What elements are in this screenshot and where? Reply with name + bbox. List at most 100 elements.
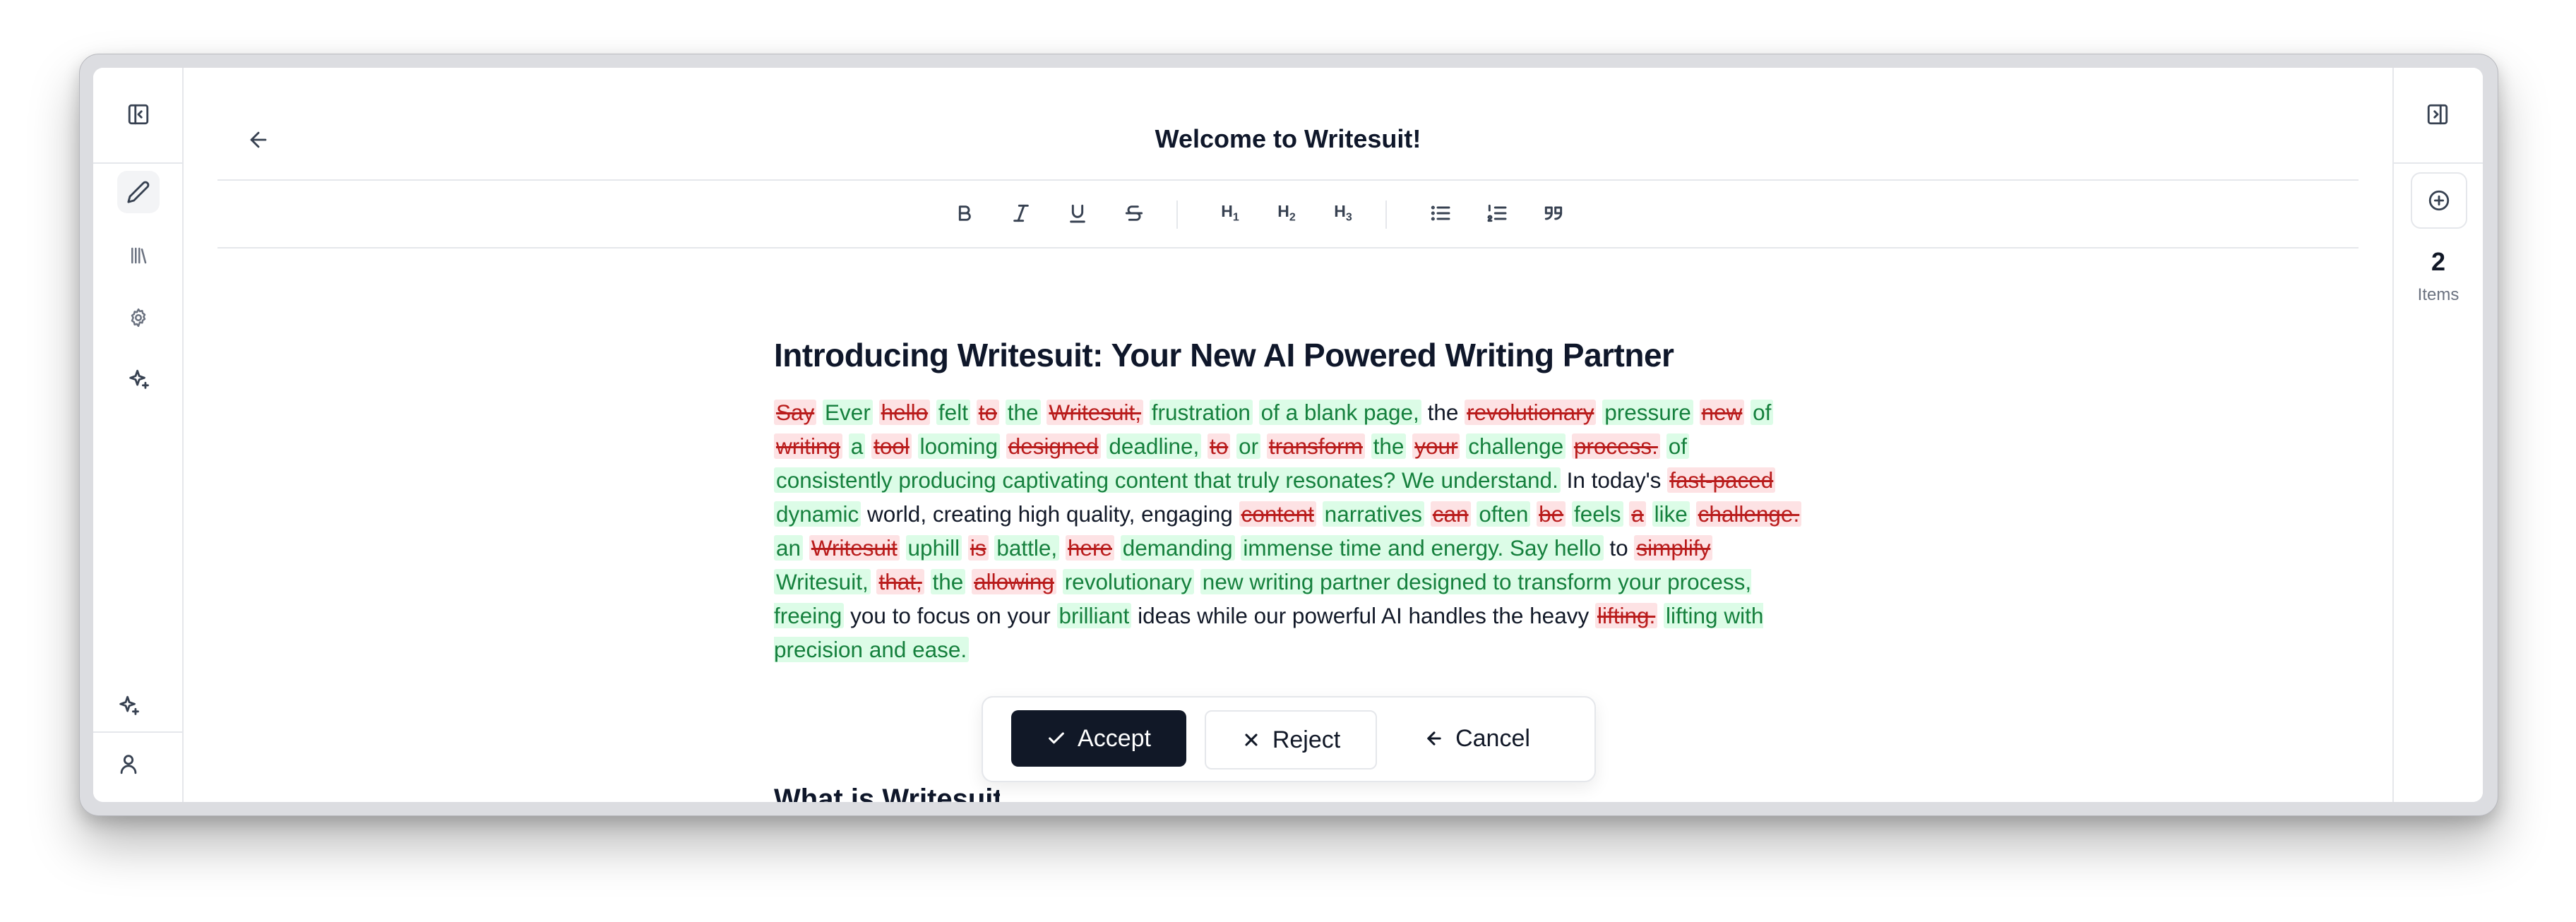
inserted-text: like [1652, 501, 1690, 527]
panel-right-icon [2427, 104, 2448, 125]
accept-button[interactable]: Accept [1011, 710, 1186, 767]
unchanged-text [865, 433, 871, 459]
unchanged-text [1365, 433, 1371, 459]
unchanged-text [873, 400, 879, 425]
unchanged-text: In today's [1560, 467, 1668, 493]
accept-label: Accept [1078, 724, 1151, 752]
inserted-text: an [774, 535, 804, 561]
panel-left-icon [128, 104, 149, 125]
strikethrough-button[interactable] [1119, 198, 1150, 229]
unchanged-text [1596, 400, 1602, 425]
library-icon [131, 247, 147, 264]
inserted-text: frustration [1149, 400, 1253, 425]
account-button[interactable] [112, 747, 145, 781]
unchanged-text [924, 569, 931, 594]
underline-icon [1070, 204, 1085, 223]
inserted-text: revolutionary [1062, 569, 1195, 594]
deleted-text: be [1537, 501, 1566, 527]
unchanged-text [1114, 535, 1121, 561]
user-icon [120, 755, 137, 774]
deleted-text: is [967, 535, 989, 561]
inserted-text: pressure [1602, 400, 1693, 425]
quote-button[interactable] [1538, 198, 1569, 229]
unchanged-text [1623, 501, 1630, 527]
unchanged-text [1316, 501, 1323, 527]
nav-ai-button[interactable] [121, 363, 155, 397]
sparkles-icon [129, 369, 149, 389]
unchanged-text [965, 569, 972, 594]
unchanged-text [1471, 501, 1477, 527]
unchanged-text [1460, 433, 1466, 459]
close-icon [1245, 734, 1258, 746]
inserted-text: often [1477, 501, 1531, 527]
inserted-text: immense time and energy. Say hello [1241, 535, 1604, 561]
bold-button[interactable] [949, 198, 980, 229]
deleted-text: to [976, 400, 999, 425]
unchanged-text [1041, 400, 1047, 425]
editor-area: Welcome to Writesuit! H1 H2 H3 Introduci… [182, 68, 2394, 802]
unchanged-text [1424, 501, 1431, 527]
italic-button[interactable] [1006, 198, 1037, 229]
gear-icon [131, 308, 146, 328]
unchanged-text [803, 535, 809, 561]
deleted-text: content [1239, 501, 1316, 527]
document-content[interactable]: Introducing Writesuit: Your New AI Power… [774, 336, 1805, 802]
bullet-list-icon [1431, 205, 1450, 221]
deleted-text: hello [878, 400, 931, 425]
add-item-button[interactable] [2411, 172, 2467, 229]
deleted-text: process. [1571, 433, 1660, 459]
deleted-text: here [1065, 535, 1114, 561]
underline-button[interactable] [1062, 198, 1093, 229]
numbered-list-button[interactable] [1481, 198, 1513, 229]
deleted-text: tool [871, 433, 912, 459]
unchanged-text: ideas while our powerful AI handles the … [1131, 603, 1595, 628]
bullet-list-button[interactable] [1425, 198, 1456, 229]
cancel-button[interactable]: Cancel [1393, 710, 1562, 767]
inserted-text: demanding [1120, 535, 1235, 561]
nav-library-button[interactable] [121, 239, 155, 273]
inserted-text: the [930, 569, 966, 594]
unchanged-text [900, 535, 906, 561]
heading-2-icon: H2 [1277, 202, 1296, 224]
formatting-toolbar: H1 H2 H3 [217, 179, 2359, 249]
deleted-text: fast-paced [1667, 467, 1776, 493]
bold-icon [958, 205, 971, 221]
unchanged-text [1253, 400, 1259, 425]
editor-header: Welcome to Writesuit! [217, 68, 2359, 181]
toggle-right-sidebar-button[interactable] [2421, 97, 2455, 131]
inserted-text: of [1751, 400, 1774, 425]
deleted-text: revolutionary [1465, 400, 1597, 425]
nav-settings-button[interactable] [121, 301, 155, 335]
inserted-text: felt [936, 400, 970, 425]
ai-assistant-button[interactable] [112, 689, 145, 723]
unchanged-text [930, 400, 936, 425]
document-paragraph: Say Ever hello felt to the Writesuit, fr… [774, 395, 1805, 666]
unchanged-text [1056, 569, 1063, 594]
heading-2-button[interactable]: H2 [1271, 198, 1302, 229]
deleted-text: Say [774, 400, 817, 425]
deleted-text: writing [774, 433, 843, 459]
inserted-text: battle, [994, 535, 1060, 561]
heading-1-button[interactable]: H1 [1215, 198, 1246, 229]
unchanged-text [1201, 433, 1208, 459]
cancel-label: Cancel [1455, 724, 1530, 752]
deleted-text: a [1629, 501, 1646, 527]
deleted-text: challenge. [1695, 501, 1802, 527]
suggestion-review-bar: Accept Reject Cancel [982, 696, 1596, 782]
inserted-text: consistently producing captivating conte… [774, 467, 1561, 493]
nav-editor-button[interactable] [117, 171, 160, 213]
heading-3-button[interactable]: H3 [1328, 198, 1359, 229]
unchanged-text [1530, 501, 1537, 527]
toggle-left-sidebar-button[interactable] [121, 97, 155, 131]
reject-button[interactable]: Reject [1205, 710, 1377, 770]
deleted-text: transform [1266, 433, 1365, 459]
deleted-text: lifting. [1594, 603, 1658, 628]
inserted-text: Ever [823, 400, 873, 425]
unchanged-text [1260, 433, 1267, 459]
deleted-text: new [1699, 400, 1745, 425]
inserted-text: challenge [1466, 433, 1566, 459]
unchanged-text [962, 535, 968, 561]
unchanged-text [1230, 433, 1236, 459]
app-window: Welcome to Writesuit! H1 H2 H3 Introduci… [93, 68, 2483, 802]
page-title: Welcome to Writesuit! [1155, 124, 1421, 153]
